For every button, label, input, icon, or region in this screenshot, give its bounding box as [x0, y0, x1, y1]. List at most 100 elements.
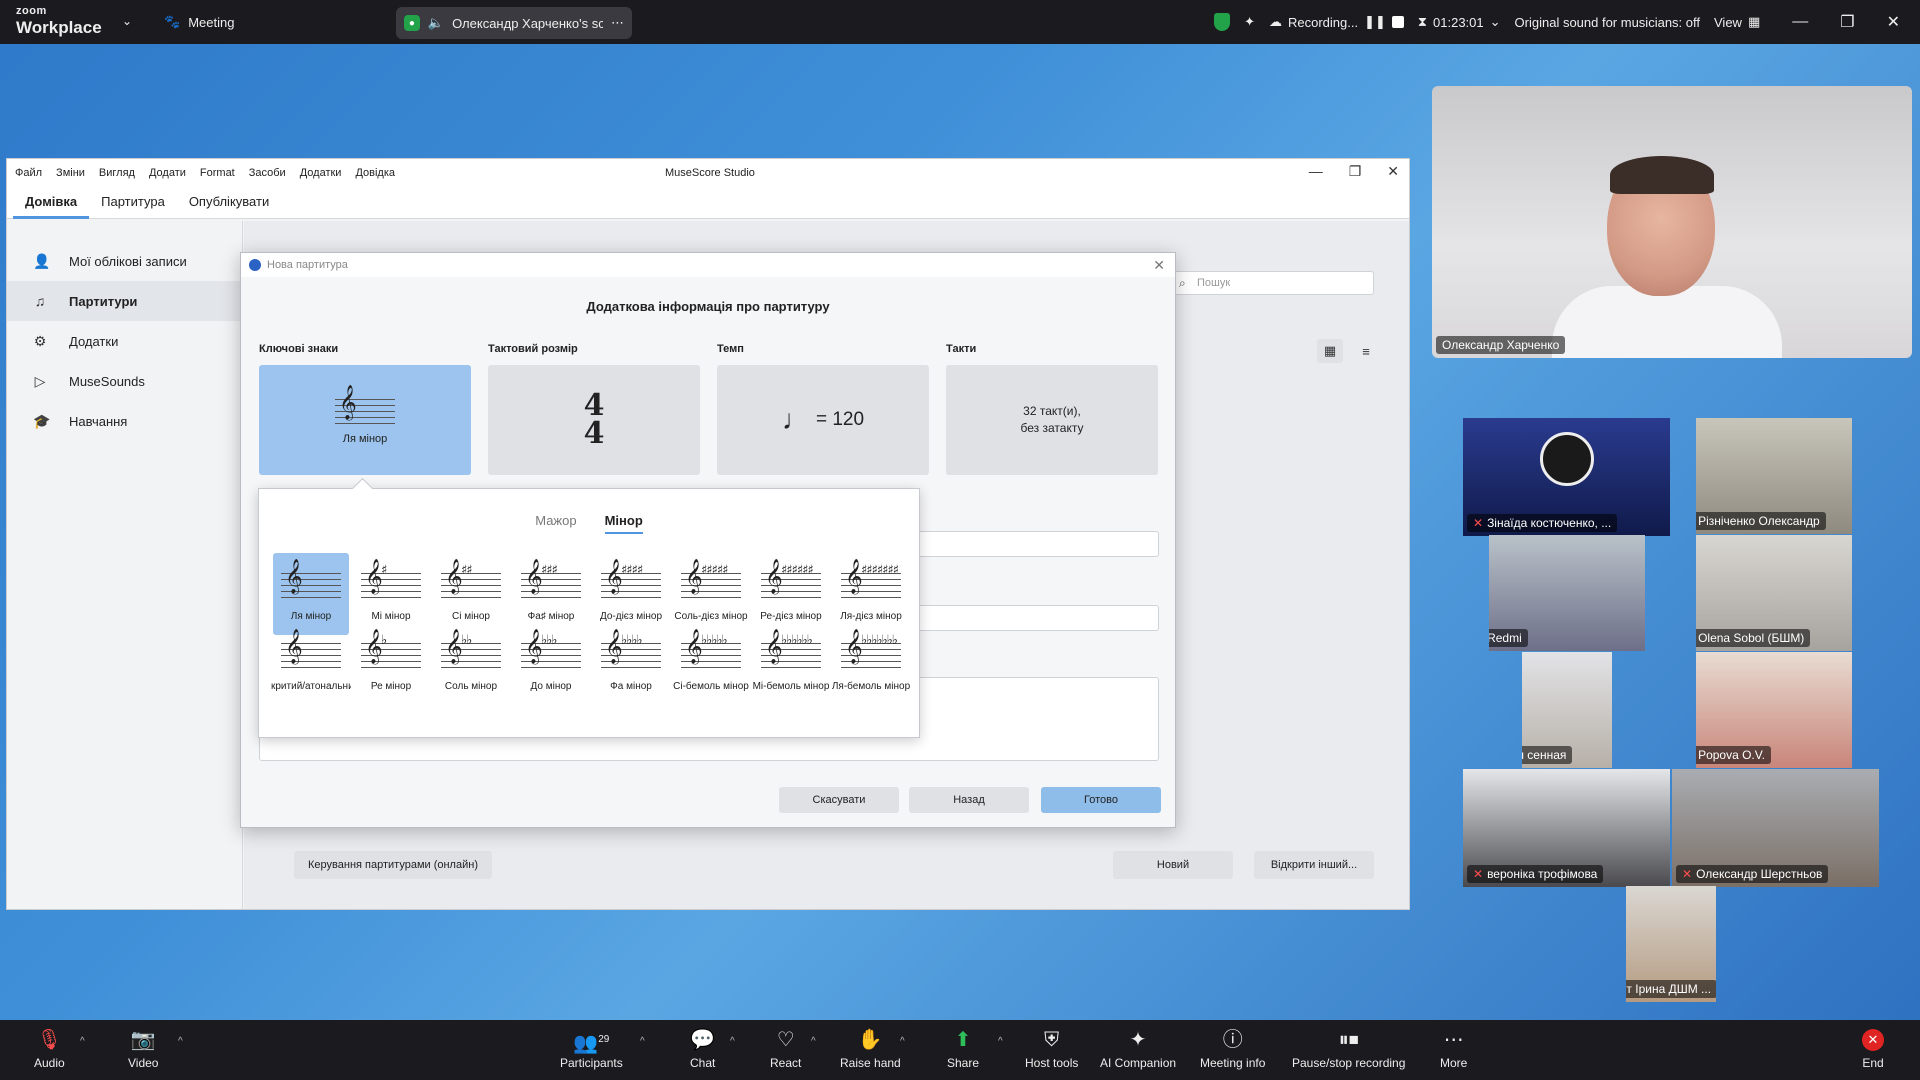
- share-button[interactable]: ⬆ Share: [947, 1028, 979, 1070]
- tempo-card[interactable]: ♩ = 120: [717, 365, 929, 475]
- muted-mic-icon: ✕: [1473, 867, 1484, 881]
- key-option[interactable]: 𝄞 ♭♭♭♭♭♭♭ Ля-бемоль мінор: [832, 623, 910, 705]
- participant-tile[interactable]: ✕ Олександр Шерстньов: [1672, 769, 1879, 887]
- time-signature-denominator: 4: [583, 416, 605, 451]
- participants-caret[interactable]: ^: [640, 1036, 645, 1047]
- participant-tile[interactable]: ✕ вероніка трофімова: [1463, 769, 1670, 887]
- sidebar-item-learn[interactable]: 🎓 Навчання: [7, 401, 242, 441]
- time-signature-card[interactable]: 4 4: [488, 365, 700, 475]
- timer[interactable]: ⧗ 01:23:01 ⌄: [1418, 14, 1501, 30]
- ai-companion-button[interactable]: ✦ AI Companion: [1100, 1028, 1176, 1070]
- menu-plugins[interactable]: Додатки: [300, 167, 342, 179]
- new-score-button[interactable]: Новий: [1113, 851, 1233, 879]
- view-button[interactable]: View ▦: [1714, 14, 1760, 30]
- close-icon[interactable]: ✕: [1387, 163, 1399, 180]
- more-button[interactable]: ⋯ More: [1440, 1028, 1467, 1070]
- react-button[interactable]: ♡ React: [770, 1028, 801, 1070]
- key-option[interactable]: 𝄞 ♭ Ре мінор: [353, 623, 429, 705]
- participant-tile[interactable]: ✕Popova O.V.: [1696, 652, 1852, 768]
- meeting-info-button[interactable]: ⓘ Meeting info: [1200, 1028, 1265, 1070]
- host-tools-button[interactable]: ⛨ Host tools: [1025, 1028, 1078, 1070]
- key-option[interactable]: 𝄞 ♭♭♭ До мінор: [513, 623, 589, 705]
- view-label: View: [1714, 14, 1742, 30]
- stop-icon[interactable]: [1391, 16, 1404, 28]
- menu-add[interactable]: Додати: [149, 167, 186, 179]
- tab-major[interactable]: Мажор: [535, 513, 576, 534]
- sidebar-item-scores[interactable]: ♫ Партитури: [7, 281, 242, 321]
- key-option[interactable]: 𝄞 ♭♭♭♭♭ Сі-бемоль мінор: [673, 623, 749, 705]
- original-sound-status[interactable]: Original sound for musicians: off: [1515, 15, 1700, 30]
- screen-share-pill[interactable]: ● 🔈 Олександр Харченко's scre ⋯: [396, 7, 632, 39]
- key-signature-card[interactable]: 𝄞 Ля мінор: [259, 365, 471, 475]
- shield-icon[interactable]: [1214, 13, 1231, 31]
- key-option-label: Ля-дієз мінор: [840, 611, 902, 622]
- participant-tile[interactable]: ✕лидия сенная: [1522, 652, 1612, 768]
- participant-tile[interactable]: ✕Olena Sobol (БШМ): [1696, 535, 1852, 651]
- sidebar-item-label: Партитури: [69, 293, 138, 309]
- sidebar-item-musesounds[interactable]: ▷ MuseSounds: [7, 361, 242, 401]
- manage-scores-online-button[interactable]: Керування партитурами (онлайн): [294, 851, 492, 879]
- done-button[interactable]: Готово: [1041, 787, 1161, 813]
- participant-tile[interactable]: ✕Різніченко Олександр: [1696, 418, 1852, 534]
- chat-caret[interactable]: ^: [730, 1036, 735, 1047]
- more-options-icon[interactable]: ⋯: [611, 15, 624, 31]
- recording-indicator[interactable]: ☁ Recording... ❚❚: [1269, 14, 1404, 30]
- participant-tile[interactable]: ✕Демент Ірина ДШМ ...: [1626, 886, 1716, 1002]
- shield-icon: ⛨: [1044, 1029, 1060, 1051]
- chat-button[interactable]: 💬 Chat: [690, 1028, 715, 1070]
- video-options-caret[interactable]: ^: [178, 1036, 183, 1047]
- close-icon[interactable]: ✕: [1887, 12, 1900, 32]
- pause-stop-recording-button[interactable]: ⏸⏹ Pause/stop recording: [1292, 1028, 1405, 1070]
- participants-button[interactable]: 👥29 Participants: [560, 1028, 623, 1070]
- accidentals-icon: ♯: [381, 563, 387, 578]
- minimize-icon[interactable]: —: [1792, 13, 1808, 31]
- restore-icon[interactable]: ❐: [1349, 163, 1362, 180]
- menu-tools[interactable]: Засоби: [249, 167, 286, 179]
- menu-format[interactable]: Format: [200, 167, 235, 179]
- tab-publish[interactable]: Опублікувати: [177, 194, 281, 218]
- meeting-menu[interactable]: 🐾 Meeting: [164, 14, 234, 30]
- speaker-icon: 🔈: [427, 15, 445, 30]
- open-other-button[interactable]: Відкрити інший...: [1254, 851, 1374, 879]
- measures-card[interactable]: 32 такт(и), без затакту: [946, 365, 1158, 475]
- search-input[interactable]: ⌕ Пошук: [1172, 271, 1374, 295]
- menu-file[interactable]: Файл: [15, 167, 42, 179]
- active-speaker-video[interactable]: Олександр Харченко: [1432, 86, 1912, 358]
- menu-edit[interactable]: Зміни: [56, 167, 85, 179]
- key-option[interactable]: 𝄞 ♭♭♭♭ Фа мінор: [593, 623, 669, 705]
- accidentals-icon: ♯♯: [461, 563, 473, 578]
- pause-icon[interactable]: ❚❚: [1364, 14, 1386, 30]
- share-caret[interactable]: ^: [998, 1036, 1003, 1047]
- participants-icon: 👥29: [573, 1032, 610, 1055]
- raise-hand-button[interactable]: ✋ Raise hand: [840, 1028, 901, 1070]
- restore-icon[interactable]: ❐: [1840, 12, 1854, 32]
- sparkle-icon[interactable]: ✦: [1244, 14, 1255, 30]
- raise-hand-label: Raise hand: [840, 1056, 901, 1070]
- participant-tile[interactable]: ✕Redmi: [1489, 535, 1645, 651]
- key-option[interactable]: 𝄞 ♭♭ Соль мінор: [433, 623, 509, 705]
- audio-button[interactable]: 🎙 Audio: [34, 1028, 65, 1070]
- menu-help[interactable]: Довідка: [355, 167, 395, 179]
- list-view-icon[interactable]: ≡: [1353, 339, 1379, 363]
- tab-minor[interactable]: Мінор: [604, 513, 643, 534]
- react-caret[interactable]: ^: [811, 1036, 816, 1047]
- close-icon[interactable]: ✕: [1153, 257, 1165, 274]
- chevron-down-icon[interactable]: ⌄: [122, 14, 132, 28]
- raise-hand-caret[interactable]: ^: [900, 1036, 905, 1047]
- dialog-title: Нова партитура: [267, 259, 348, 271]
- menu-view[interactable]: Вигляд: [99, 167, 135, 179]
- sidebar-item-plugins[interactable]: ⚙ Додатки: [7, 321, 242, 361]
- cancel-button[interactable]: Скасувати: [779, 787, 899, 813]
- back-button[interactable]: Назад: [909, 787, 1029, 813]
- participant-tile[interactable]: ✕ Зінаїда костюченко, ...: [1463, 418, 1670, 536]
- end-button[interactable]: ✕ End: [1862, 1028, 1884, 1070]
- minimize-icon[interactable]: —: [1309, 163, 1323, 180]
- key-option[interactable]: 𝄞 ♭♭♭♭♭♭ Мі-бемоль мінор: [753, 623, 830, 705]
- video-button[interactable]: 📷 Video: [128, 1028, 158, 1070]
- key-option[interactable]: 𝄞 критий/атональний: [271, 623, 351, 705]
- sidebar-item-accounts[interactable]: 👤 Мої облікові записи: [7, 241, 242, 281]
- grid-view-icon[interactable]: ▦: [1317, 339, 1343, 363]
- audio-options-caret[interactable]: ^: [80, 1036, 85, 1047]
- tab-home[interactable]: Домівка: [13, 194, 90, 219]
- tab-score[interactable]: Партитура: [89, 194, 177, 218]
